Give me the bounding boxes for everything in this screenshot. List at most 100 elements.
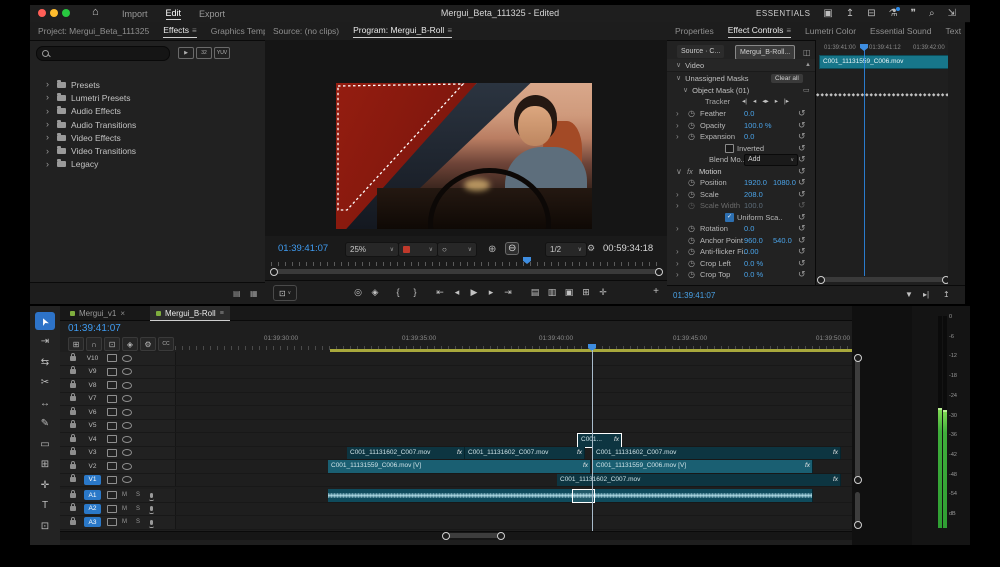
- clip-c001-[interactable]: C001...fx: [577, 433, 622, 448]
- toggle-track-output-icon[interactable]: [122, 435, 132, 443]
- keyframe-diamonds[interactable]: ◆◆◆◆◆◆◆◆◆◆◆◆◆◆◆◆◆◆◆◆◆◆◆◆◆◆◆◆◆◆◆◆◆◆: [816, 92, 949, 98]
- prop-value[interactable]: 0.0 %: [744, 282, 763, 283]
- track-a2[interactable]: A2 M S: [60, 502, 912, 516]
- go-to-in-icon[interactable]: ⇤: [433, 286, 447, 298]
- reset-icon[interactable]: ↺: [798, 108, 806, 119]
- captions-display-icon[interactable]: CC: [158, 337, 174, 351]
- reset-icon[interactable]: ↺: [798, 131, 806, 142]
- reset-icon[interactable]: ↺: [798, 223, 806, 234]
- sync-lock-icon[interactable]: [107, 475, 117, 484]
- snap-icon[interactable]: ∩: [86, 337, 102, 351]
- reset-icon[interactable]: ↺: [798, 177, 806, 188]
- reset-icon[interactable]: ↺: [798, 143, 806, 154]
- track-target-badge[interactable]: V5: [84, 421, 101, 431]
- play-icon[interactable]: ▶: [467, 286, 481, 298]
- tab-source[interactable]: Source: (no clips): [273, 26, 339, 36]
- close-icon[interactable]: ×: [120, 309, 125, 318]
- checkbox-uniform-sca-[interactable]: ✓: [725, 212, 734, 222]
- find-in-timeline-icon[interactable]: ◎: [351, 286, 365, 298]
- lock-icon[interactable]: [70, 406, 76, 415]
- checkbox-inverted[interactable]: [725, 143, 734, 153]
- hand-tool[interactable]: ✛: [35, 476, 55, 494]
- reset-icon[interactable]: ↺: [798, 258, 806, 269]
- go-to-out-icon[interactable]: ⇥: [501, 286, 515, 298]
- track-target-badge[interactable]: V1: [84, 474, 101, 485]
- track-target-badge[interactable]: V10: [84, 353, 101, 363]
- tree-item-lumetri-presets[interactable]: › Lumetri Presets: [30, 91, 265, 104]
- sync-lock-icon[interactable]: [107, 448, 117, 457]
- prop-value[interactable]: 208.0: [744, 190, 763, 199]
- tree-item-video-transitions[interactable]: › Video Transitions: [30, 145, 265, 158]
- solo-button[interactable]: S: [136, 519, 140, 525]
- prop-value[interactable]: 960.0: [744, 236, 763, 245]
- chevron-right-icon[interactable]: ›: [676, 270, 679, 279]
- sync-lock-icon[interactable]: [107, 367, 117, 376]
- clip-c001-11131602-c007-mov[interactable]: C001_11131602_C007.mov fx: [347, 446, 465, 459]
- export-icon[interactable]: ↥: [943, 290, 950, 299]
- ec-timeline-clip[interactable]: C001_11131559_C006.mov: [819, 55, 954, 69]
- slip-tool[interactable]: ↔: [35, 394, 55, 412]
- mark-out-icon[interactable]: }: [408, 286, 422, 298]
- play-around-icon[interactable]: ▸|: [923, 290, 929, 299]
- sync-lock-icon[interactable]: [107, 394, 117, 403]
- prop-value-2[interactable]: 540.0: [773, 236, 792, 245]
- sync-lock-icon[interactable]: [107, 504, 117, 513]
- lock-icon[interactable]: [70, 447, 76, 456]
- marker-icon[interactable]: ◈: [368, 286, 382, 298]
- lock-icon[interactable]: [70, 489, 76, 498]
- workspace-icon[interactable]: ▣: [823, 8, 832, 19]
- v-scroll-handle-top[interactable]: [854, 354, 862, 362]
- clip-c001-11131559-c006-mov-v-[interactable]: C001_11131559_C006.mov [V] fx: [593, 460, 813, 473]
- reset-icon[interactable]: ↺: [798, 154, 806, 165]
- track-v4[interactable]: V4: [60, 433, 912, 447]
- reset-icon[interactable]: ↺: [798, 120, 806, 131]
- mask-outline[interactable]: [336, 83, 592, 229]
- ec-playhead[interactable]: [860, 44, 868, 51]
- tab-text[interactable]: Text: [945, 26, 961, 36]
- add-marker-icon[interactable]: ◈: [122, 337, 138, 351]
- prop-value[interactable]: 0.0 %: [744, 270, 763, 279]
- chevron-right-icon[interactable]: ›: [46, 80, 49, 89]
- lock-icon[interactable]: [70, 420, 76, 429]
- tab-effect-controls[interactable]: Effect Controls ≡: [727, 25, 792, 38]
- track-select-forward-tool[interactable]: ⇥: [35, 333, 55, 351]
- prop-value[interactable]: 0.0 %: [744, 259, 763, 268]
- toggle-track-output-icon[interactable]: [122, 408, 132, 416]
- stopwatch-icon[interactable]: ◷: [688, 109, 695, 118]
- reset-icon[interactable]: ↺: [798, 212, 806, 223]
- track-target-badge[interactable]: V2: [84, 461, 101, 471]
- mute-button[interactable]: M: [122, 519, 127, 525]
- playback-resolution-dropdown[interactable]: 1/2 ∨: [545, 242, 587, 257]
- ec-v-scrollbar-gutter[interactable]: [948, 40, 965, 285]
- monitor-display-settings-icon[interactable]: ⊡ ∨: [273, 285, 297, 301]
- sync-lock-icon[interactable]: [107, 435, 117, 444]
- reset-icon[interactable]: ↺: [798, 200, 806, 211]
- yuv-effects-badge[interactable]: YUV: [214, 47, 230, 59]
- sequence-tab-mergui-v1[interactable]: Mergui_v1 ×: [64, 306, 131, 320]
- track-target-badge[interactable]: V4: [84, 434, 101, 444]
- monitor-scroll-handle-right[interactable]: [655, 268, 663, 276]
- timeline-h-scroll-thumb[interactable]: [445, 533, 500, 538]
- fullscreen-icon[interactable]: ⇲: [948, 8, 956, 19]
- solo-button[interactable]: S: [136, 492, 140, 498]
- chevron-right-icon[interactable]: ›: [46, 106, 49, 116]
- sync-lock-icon[interactable]: [107, 491, 117, 500]
- clip-audio[interactable]: [328, 489, 813, 502]
- chevron-right-icon[interactable]: ›: [676, 201, 679, 210]
- tab-project-mergui-beta-111325[interactable]: Project: Mergui_Beta_111325: [38, 26, 149, 36]
- sync-lock-icon[interactable]: [107, 421, 117, 430]
- panel-menu-icon[interactable]: ≡: [447, 26, 452, 35]
- zoom-in-icon[interactable]: ⊕: [488, 244, 496, 255]
- chevron-right-icon[interactable]: ›: [676, 224, 679, 233]
- feedback-icon[interactable]: ❞: [911, 8, 916, 19]
- sync-lock-icon[interactable]: [107, 381, 117, 390]
- 32bit-color-badge[interactable]: 32: [196, 47, 212, 59]
- reset-icon[interactable]: ↺: [798, 189, 806, 200]
- program-timecode[interactable]: 01:39:41:07: [278, 243, 328, 254]
- monitor-scroll-handle-left[interactable]: [270, 268, 278, 276]
- timeline-v-scroll-thumb[interactable]: [855, 354, 860, 480]
- stopwatch-icon[interactable]: ◷: [688, 178, 695, 187]
- h-scroll-handle-left[interactable]: [442, 532, 450, 540]
- chevron-right-icon[interactable]: ›: [46, 120, 49, 129]
- panel-menu-icon[interactable]: ≡: [192, 26, 197, 35]
